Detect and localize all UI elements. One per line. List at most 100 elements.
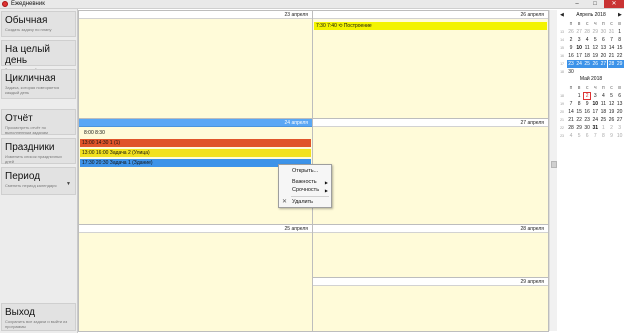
calendar-day[interactable]: 23 bbox=[567, 60, 575, 68]
calendar-day[interactable]: 11 bbox=[583, 44, 591, 52]
sidebar-item-exit[interactable]: Выход Сохранить все задачи и выйти из пр… bbox=[1, 303, 76, 331]
calendar-day[interactable]: 24 bbox=[591, 116, 599, 124]
calendar-day[interactable]: 14 bbox=[608, 44, 616, 52]
calendar-day[interactable]: 5 bbox=[591, 36, 599, 44]
day-cell-25[interactable]: 25 апреля bbox=[78, 224, 313, 332]
calendar-day[interactable]: 26 bbox=[591, 60, 600, 68]
calendar-day[interactable]: 9 bbox=[583, 100, 591, 108]
calendar-day[interactable]: 5 bbox=[608, 92, 616, 100]
task-bar[interactable]: 7:30 7:40 ⟲ Построение bbox=[314, 22, 547, 30]
calendar-day[interactable]: 27 bbox=[616, 116, 624, 124]
calendar-day[interactable]: 27 bbox=[575, 28, 583, 36]
calendar-day[interactable]: 9 bbox=[567, 44, 575, 52]
next-month-icon[interactable]: ▶ bbox=[618, 11, 622, 19]
calendar-day[interactable]: 11 bbox=[599, 100, 607, 108]
calendar-day[interactable]: 16 bbox=[567, 52, 575, 60]
calendar-day[interactable]: 22 bbox=[575, 116, 583, 124]
calendar-day[interactable]: 19 bbox=[591, 52, 599, 60]
calendar-day[interactable]: 5 bbox=[575, 132, 583, 140]
calendar-day[interactable]: 8 bbox=[575, 100, 583, 108]
calendar-day[interactable]: 13 bbox=[599, 44, 607, 52]
calendar-day[interactable]: 23 bbox=[583, 116, 591, 124]
calendar-day[interactable]: 7 bbox=[567, 100, 575, 108]
calendar-day[interactable]: 3 bbox=[616, 124, 624, 132]
calendar-day[interactable]: 7 bbox=[591, 132, 599, 140]
task-bar[interactable]: 13:00 16:00 Задача 2 (Улица) bbox=[80, 149, 311, 157]
calendar-day[interactable]: 30 bbox=[583, 124, 591, 132]
calendar-day[interactable]: 28 bbox=[583, 28, 591, 36]
calendar-day[interactable]: 22 bbox=[616, 52, 624, 60]
calendar-day[interactable]: 1 bbox=[599, 124, 607, 132]
calendar-day[interactable]: 12 bbox=[591, 44, 599, 52]
calendar-day[interactable]: 21 bbox=[608, 52, 616, 60]
calendar-day[interactable]: 18 bbox=[599, 108, 607, 116]
calendar-day[interactable]: 15 bbox=[616, 44, 624, 52]
close-button[interactable]: ✕ bbox=[604, 0, 624, 8]
menu-item-urgency[interactable]: Срочность ▶ bbox=[279, 186, 331, 195]
sidebar-item-cyclic[interactable]: Цикличная Задача, которая повторяется ка… bbox=[1, 69, 76, 99]
calendar-day[interactable]: 2 bbox=[583, 92, 592, 100]
sidebar-item-period[interactable]: Период Сменить период календаря ▼ bbox=[1, 167, 76, 195]
calendar-day[interactable]: 31 bbox=[608, 28, 616, 36]
calendar-day[interactable]: 8 bbox=[616, 36, 624, 44]
minimize-button[interactable]: – bbox=[568, 0, 586, 8]
calendar-day[interactable]: 28 bbox=[607, 60, 616, 68]
calendar-day[interactable]: 17 bbox=[575, 52, 583, 60]
calendar-day[interactable]: 19 bbox=[608, 108, 616, 116]
calendar-day[interactable]: 27 bbox=[599, 60, 608, 68]
calendar-day[interactable]: 17 bbox=[591, 108, 599, 116]
calendar-day[interactable]: 26 bbox=[608, 116, 616, 124]
day-cell-29[interactable]: 29 апреля bbox=[312, 277, 549, 332]
sidebar-item-report[interactable]: Отчёт Просмотреть отчёт по выполненным з… bbox=[1, 109, 76, 135]
calendar-day[interactable]: 6 bbox=[583, 132, 591, 140]
calendar-day[interactable]: 18 bbox=[583, 52, 591, 60]
calendar-day[interactable]: 20 bbox=[616, 108, 624, 116]
task-bar[interactable]: 13:00 14:30 1 (1) bbox=[80, 139, 311, 147]
calendar-day[interactable]: 10 bbox=[575, 44, 583, 52]
calendar-day[interactable]: 2 bbox=[608, 124, 616, 132]
task-bar[interactable]: 17:30 20:30 Задача 1 (Здание) bbox=[80, 159, 311, 167]
calendar-day[interactable]: 16 bbox=[583, 108, 591, 116]
calendar-day[interactable]: 12 bbox=[608, 100, 616, 108]
day-cell-27[interactable]: 27 апреля bbox=[312, 118, 549, 225]
calendar-day[interactable]: 6 bbox=[616, 92, 624, 100]
scrollbar-thumb[interactable] bbox=[551, 161, 557, 168]
calendar-day[interactable]: 13 bbox=[616, 100, 624, 108]
menu-item-delete[interactable]: ✕ Удалить bbox=[279, 198, 331, 207]
sidebar-item-all-day[interactable]: На целый день Задача на целый день bbox=[1, 40, 76, 72]
calendar-day[interactable]: 24 bbox=[575, 60, 584, 68]
calendar-day[interactable]: 8 bbox=[599, 132, 607, 140]
calendar-day[interactable]: 2 bbox=[567, 36, 575, 44]
calendar-day[interactable]: 9 bbox=[608, 132, 616, 140]
menu-item-open[interactable]: Открыть... bbox=[279, 167, 331, 176]
calendar-day[interactable]: 20 bbox=[599, 52, 607, 60]
calendar-day[interactable]: 4 bbox=[567, 132, 575, 140]
calendar-day[interactable]: 4 bbox=[599, 92, 607, 100]
calendar-day[interactable]: 10 bbox=[591, 100, 599, 108]
calendar-day[interactable]: 25 bbox=[599, 116, 607, 124]
day-cell-26[interactable]: 26 апреля 7:30 7:40 ⟲ Построение bbox=[312, 10, 549, 119]
calendar-day[interactable]: 3 bbox=[575, 36, 583, 44]
sidebar-item-holidays[interactable]: Праздники Изменить список праздничных дн… bbox=[1, 138, 76, 164]
calendar-day[interactable]: 26 bbox=[567, 28, 575, 36]
calendar-day[interactable]: 4 bbox=[583, 36, 591, 44]
day-cell-28[interactable]: 28 апреля bbox=[312, 224, 549, 278]
calendar-day[interactable]: 7 bbox=[608, 36, 616, 44]
calendar-day[interactable]: 14 bbox=[567, 108, 575, 116]
calendar-day[interactable]: 28 bbox=[567, 124, 575, 132]
calendar-day[interactable]: 29 bbox=[591, 28, 599, 36]
calendar-day[interactable]: 1 bbox=[575, 92, 583, 100]
sidebar-item-regular[interactable]: Обычная Создать задачу по плану bbox=[1, 11, 76, 37]
calendar-day[interactable]: 10 bbox=[616, 132, 624, 140]
calendar-scrollbar[interactable] bbox=[549, 10, 557, 331]
maximize-button[interactable]: □ bbox=[586, 0, 604, 8]
calendar-day[interactable]: 30 bbox=[599, 28, 607, 36]
calendar-day[interactable]: 21 bbox=[567, 116, 575, 124]
calendar-day[interactable]: 29 bbox=[615, 60, 624, 68]
calendar-day[interactable]: 29 bbox=[575, 124, 583, 132]
day-cell-23[interactable]: 23 апреля bbox=[78, 10, 313, 119]
calendar-day[interactable]: 6 bbox=[599, 36, 607, 44]
calendar-day[interactable]: 25 bbox=[583, 60, 592, 68]
calendar-day[interactable]: 3 bbox=[591, 92, 599, 100]
calendar-day[interactable]: 31 bbox=[591, 124, 599, 132]
